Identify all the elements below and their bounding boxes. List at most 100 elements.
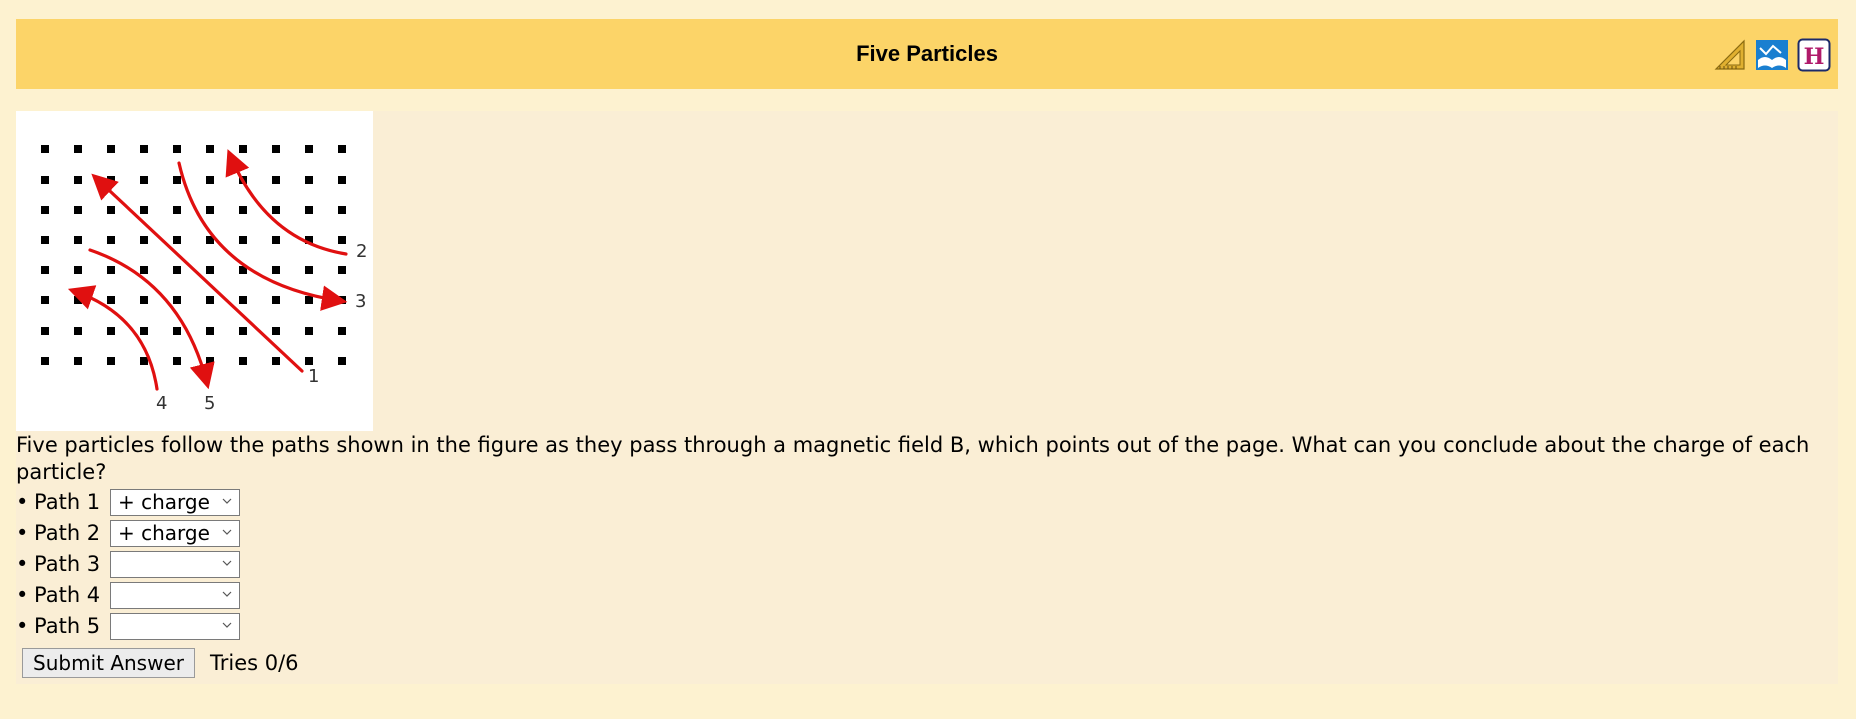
field-dot — [338, 266, 346, 274]
field-dot — [206, 266, 214, 274]
field-dot — [206, 145, 214, 153]
field-dot — [140, 266, 148, 274]
field-dot — [272, 206, 280, 214]
field-dot — [74, 176, 82, 184]
bullet: • — [16, 490, 29, 514]
help-h-icon[interactable]: H — [1797, 38, 1831, 72]
field-dot — [140, 176, 148, 184]
path-row-2: • Path 2 + charge — [16, 518, 240, 548]
field-dot — [140, 206, 148, 214]
magnetic-field-figure: 1 2 3 4 5 — [16, 111, 373, 431]
path-row-1: • Path 1 + charge — [16, 487, 240, 517]
field-dot — [140, 327, 148, 335]
particle-path-4 — [67, 285, 159, 391]
field-dot — [41, 236, 49, 244]
bullet: • — [16, 521, 29, 545]
field-dot — [74, 266, 82, 274]
submit-answer-button[interactable]: Submit Answer — [22, 648, 195, 678]
field-dot — [107, 327, 115, 335]
svg-text:H: H — [1804, 44, 1825, 70]
field-dot — [239, 357, 247, 365]
bullet: • — [16, 583, 29, 607]
question-text: Five particles follow the paths shown in… — [16, 433, 1810, 484]
path-5-charge-select[interactable] — [110, 612, 240, 640]
field-dot — [41, 145, 49, 153]
path-3-charge-select[interactable] — [110, 550, 240, 578]
chevron-down-icon — [222, 529, 232, 535]
field-dot — [107, 266, 115, 274]
path-row-4: • Path 4 — [16, 580, 240, 610]
field-dot — [140, 145, 148, 153]
field-dot — [107, 206, 115, 214]
field-dot — [107, 357, 115, 365]
field-dot — [140, 296, 148, 304]
field-dot — [338, 357, 346, 365]
particle-path-2 — [225, 149, 348, 256]
chevron-down-icon — [222, 622, 232, 628]
field-dot — [272, 145, 280, 153]
ruler-triangle-icon[interactable] — [1713, 38, 1747, 72]
field-dot — [272, 236, 280, 244]
field-dot — [206, 327, 214, 335]
field-dot — [305, 176, 313, 184]
tries-counter: Tries 0/6 — [210, 651, 299, 675]
field-dot — [107, 145, 115, 153]
chevron-down-icon — [222, 560, 232, 566]
field-dot — [74, 206, 82, 214]
field-dot — [338, 327, 346, 335]
field-dot — [305, 327, 313, 335]
selected-value: + charge — [118, 489, 210, 514]
field-dot — [107, 236, 115, 244]
path-row-3: • Path 3 — [16, 549, 240, 579]
chevron-down-icon — [222, 498, 232, 504]
book-icon[interactable] — [1755, 38, 1789, 72]
field-dot — [206, 176, 214, 184]
field-dot — [173, 357, 181, 365]
field-dot — [239, 327, 247, 335]
path-number-label-4: 4 — [156, 393, 167, 414]
field-dot — [305, 266, 313, 274]
field-dot — [338, 206, 346, 214]
field-dot — [41, 176, 49, 184]
path-number-label-3: 3 — [355, 291, 366, 312]
field-dot — [338, 145, 346, 153]
field-dot — [173, 145, 181, 153]
path-label: Path 1 — [34, 490, 101, 514]
field-dot — [173, 176, 181, 184]
field-dot — [338, 236, 346, 244]
field-dot — [41, 266, 49, 274]
path-2-charge-select[interactable]: + charge — [110, 519, 240, 547]
field-dot — [206, 206, 214, 214]
page-title: Five Particles — [856, 41, 998, 66]
path-number-label-5: 5 — [204, 393, 215, 414]
field-dot — [41, 357, 49, 365]
header-tools: H — [1713, 38, 1831, 72]
field-dot — [173, 236, 181, 244]
field-dot — [305, 296, 313, 304]
field-dot — [272, 176, 280, 184]
field-dot — [41, 296, 49, 304]
problem-panel: 1 2 3 4 5 Five particles follow the paths sh… — [16, 111, 1838, 684]
field-dot — [173, 296, 181, 304]
path-row-5: • Path 5 — [16, 611, 240, 641]
path-label: Path 4 — [34, 583, 101, 607]
field-dot — [272, 296, 280, 304]
selected-value: + charge — [118, 520, 210, 545]
field-dot — [239, 206, 247, 214]
field-dot — [140, 357, 148, 365]
field-dot — [239, 236, 247, 244]
path-4-charge-select[interactable] — [110, 581, 240, 609]
path-1-charge-select[interactable]: + charge — [110, 488, 240, 516]
page-header: Five Particles H — [16, 19, 1838, 89]
field-dot — [74, 236, 82, 244]
path-label: Path 5 — [34, 614, 101, 638]
field-dot — [338, 176, 346, 184]
path-label: Path 2 — [34, 521, 101, 545]
path-number-label-2: 2 — [356, 241, 367, 262]
field-dot — [41, 206, 49, 214]
chevron-down-icon — [222, 591, 232, 597]
particle-path-1 — [91, 173, 304, 373]
field-dot — [305, 206, 313, 214]
field-dot — [74, 145, 82, 153]
field-dot — [239, 296, 247, 304]
